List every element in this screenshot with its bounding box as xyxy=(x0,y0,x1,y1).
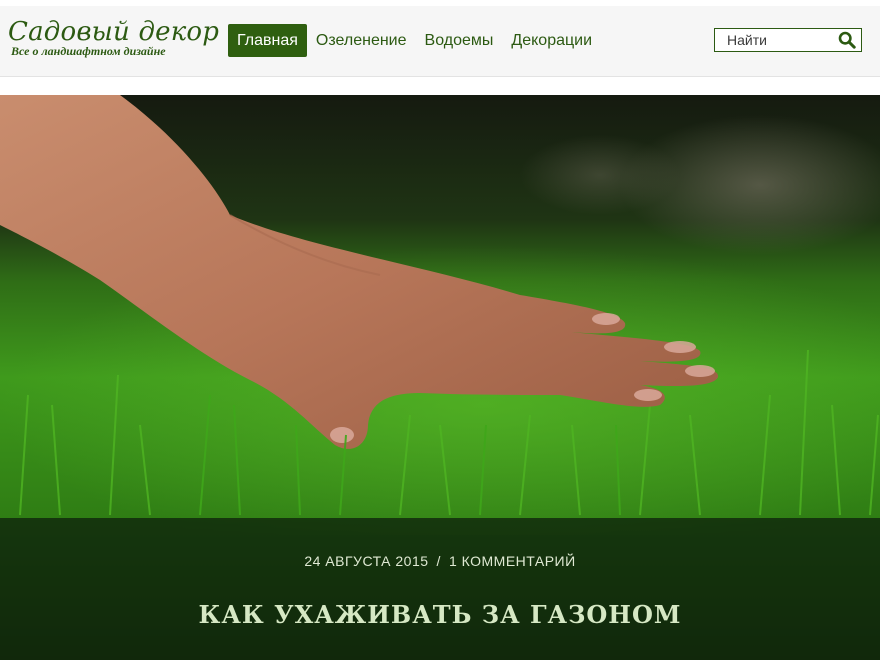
meta-separator: / xyxy=(436,553,441,569)
main-nav: Главная Озеленение Водоемы Декорации xyxy=(228,24,601,57)
post-title[interactable]: КАК УХАЖИВАТЬ ЗА ГАЗОНОМ xyxy=(0,600,880,629)
site-header: Садовый декор Все о ландшафтном дизайне … xyxy=(0,6,880,77)
hero-caption: 24 АВГУСТА 2015 / 1 КОММЕНТАРИЙ КАК УХАЖИВ… xyxy=(0,518,880,660)
search-icon[interactable] xyxy=(838,31,856,49)
site-logo[interactable]: Садовый декор Все о ландшафтном дизайне xyxy=(8,18,219,59)
post-comments-link[interactable]: 1 КОММЕНТАРИЙ xyxy=(449,553,576,569)
search-box xyxy=(714,28,862,52)
post-meta: 24 АВГУСТА 2015 / 1 КОММЕНТАРИЙ xyxy=(0,553,880,569)
nav-item-ponds[interactable]: Водоемы xyxy=(416,24,503,57)
page: Садовый декор Все о ландшафтном дизайне … xyxy=(0,0,880,660)
hero-section: 24 АВГУСТА 2015 / 1 КОММЕНТАРИЙ КАК УХАЖИВ… xyxy=(0,95,880,660)
nav-item-home[interactable]: Главная xyxy=(228,24,307,57)
logo-title: Садовый декор xyxy=(8,17,220,47)
post-date[interactable]: 24 АВГУСТА 2015 xyxy=(304,553,428,569)
nav-item-decorations[interactable]: Декорации xyxy=(502,24,601,57)
nav-item-greening[interactable]: Озеленение xyxy=(307,24,416,57)
search-input[interactable] xyxy=(715,29,845,51)
